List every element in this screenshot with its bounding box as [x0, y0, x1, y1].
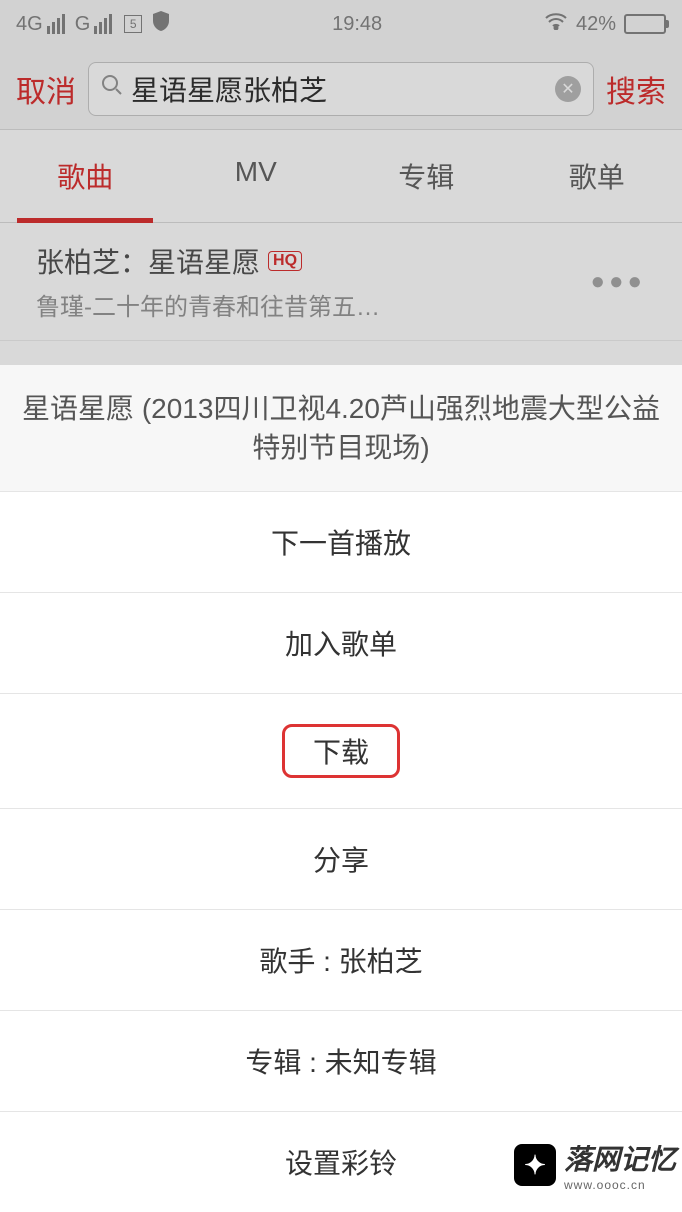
menu-share[interactable]: 分享 [0, 809, 682, 910]
network-g: G [75, 13, 91, 36]
song-subtitle: 鲁瑾-二十年的青春和往昔第五… [36, 287, 579, 322]
watermark: ✦ 落网记忆 www.oooc.cn [514, 1138, 676, 1192]
battery-percent: 42% [576, 13, 616, 36]
search-box[interactable]: 星语星愿张柏芝 ✕ [88, 62, 594, 116]
watermark-text: 落网记忆 www.oooc.cn [564, 1138, 676, 1192]
watermark-main: 落网记忆 [564, 1138, 676, 1178]
sim-icon: 5 [124, 15, 142, 33]
menu-artist[interactable]: 歌手 : 张柏芝 [0, 910, 682, 1011]
search-header: 取消 星语星愿张柏芝 ✕ 搜索 [0, 48, 682, 130]
search-input[interactable]: 星语星愿张柏芝 [131, 69, 555, 109]
status-time: 19:48 [332, 13, 382, 36]
status-right: 42% [544, 12, 666, 36]
wifi-icon [544, 12, 568, 36]
song-item[interactable]: 张柏芝：星语星愿 HQ 鲁瑾-二十年的青春和往昔第五… ●●● [0, 223, 682, 341]
cancel-button[interactable]: 取消 [16, 67, 76, 111]
download-label: 下载 [282, 724, 400, 778]
tab-playlist[interactable]: 歌单 [512, 130, 682, 222]
shield-icon [152, 11, 170, 37]
watermark-icon: ✦ [514, 1144, 556, 1186]
tab-songs[interactable]: 歌曲 [0, 130, 171, 222]
action-sheet: 星语星愿 (2013四川卫视4.20芦山强烈地震大型公益特别节目现场) 下一首播… [0, 365, 682, 1212]
tab-album[interactable]: 专辑 [341, 130, 512, 222]
sheet-title: 星语星愿 (2013四川卫视4.20芦山强烈地震大型公益特别节目现场) [0, 365, 682, 492]
hq-badge: HQ [268, 251, 302, 271]
signal-bars-1 [47, 14, 65, 34]
clear-icon[interactable]: ✕ [555, 76, 581, 102]
menu-add-playlist[interactable]: 加入歌单 [0, 593, 682, 694]
song-info: 张柏芝：星语星愿 HQ 鲁瑾-二十年的青春和往昔第五… [36, 241, 579, 322]
battery-icon [624, 14, 666, 34]
menu-download[interactable]: 下载 [0, 694, 682, 809]
song-title-row: 张柏芝：星语星愿 HQ [36, 241, 579, 281]
menu-play-next[interactable]: 下一首播放 [0, 492, 682, 593]
menu-album[interactable]: 专辑 : 未知专辑 [0, 1011, 682, 1112]
status-left: 4G G 5 [16, 11, 170, 37]
signal-bars-2 [94, 14, 112, 34]
watermark-sub: www.oooc.cn [564, 1178, 676, 1192]
search-button[interactable]: 搜索 [606, 67, 666, 111]
status-bar: 4G G 5 19:48 42% [0, 0, 682, 48]
tab-mv[interactable]: MV [171, 130, 342, 222]
more-button[interactable]: ●●● [579, 264, 659, 300]
song-title: 张柏芝：星语星愿 [36, 241, 260, 281]
search-icon [101, 74, 123, 103]
network-4g: 4G [16, 13, 43, 36]
tabs: 歌曲 MV 专辑 歌单 [0, 130, 682, 223]
